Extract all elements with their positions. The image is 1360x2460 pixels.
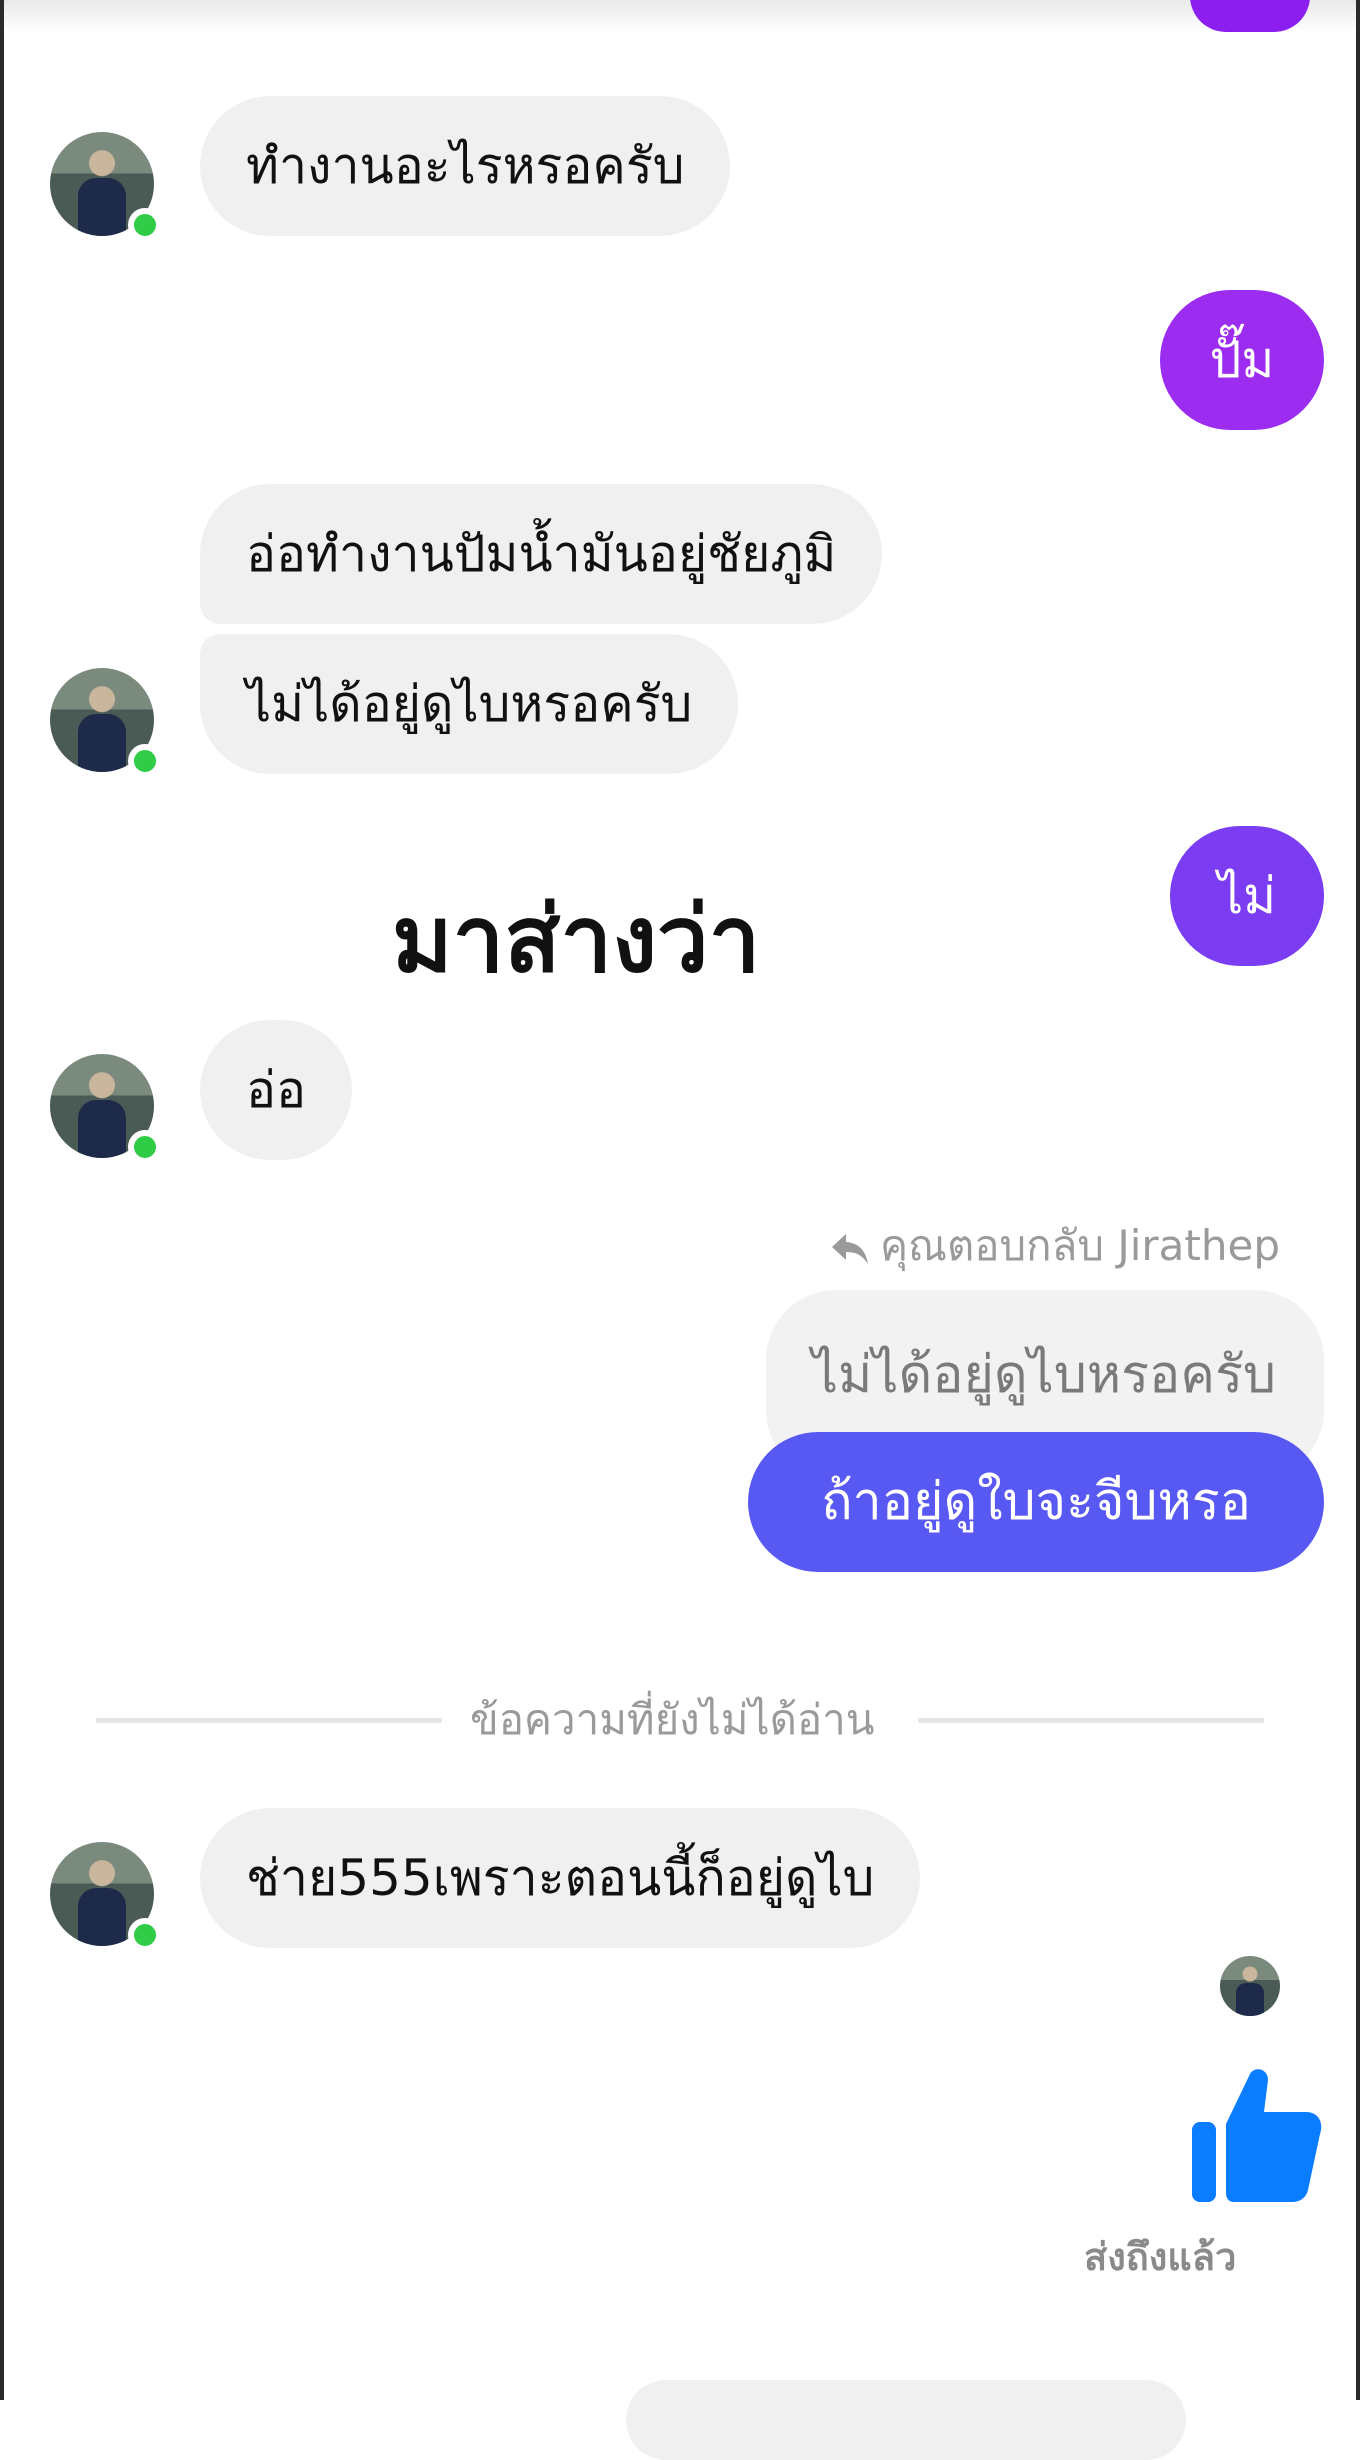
next-message-bubble[interactable]	[626, 2380, 1186, 2460]
delivery-status: ส่งถึงแล้ว	[1084, 2235, 1237, 2279]
incoming-message[interactable]: อ่อ	[200, 1020, 353, 1160]
contact-avatar[interactable]	[50, 132, 162, 242]
thumbs-up-icon	[1192, 2069, 1322, 2202]
divider-line-left	[96, 1718, 442, 1723]
outgoing-message[interactable]: ถ้าอยู่ดูใบจะจีบหรอ	[748, 1432, 1324, 1572]
reply-context-label: คุณตอบกลับ Jirathep	[830, 1218, 1280, 1274]
screen-edge-left	[0, 0, 4, 2400]
outgoing-message[interactable]: ไม่	[1170, 826, 1324, 966]
online-status-dot	[128, 744, 162, 778]
incoming-message[interactable]: ไม่ได้อยู่ดูไบหรอครับ	[200, 634, 739, 774]
reply-arrow-icon	[831, 1233, 868, 1264]
online-status-dot	[128, 1918, 162, 1952]
like-message[interactable]	[1188, 2064, 1324, 2210]
contact-avatar[interactable]	[50, 668, 162, 778]
outgoing-message[interactable]: ปั๊ม	[1160, 290, 1324, 430]
reply-label-text: คุณตอบกลับ Jirathep	[879, 1221, 1280, 1270]
unread-divider-label: ข้อความที่ยังไม่ได้อ่าน	[470, 1695, 875, 1744]
contact-avatar[interactable]	[50, 1054, 162, 1164]
seen-receipt-avatar	[1220, 1956, 1280, 2016]
incoming-message[interactable]: ทำงานอะไรหรอครับ	[200, 96, 731, 236]
contact-avatar[interactable]	[50, 1842, 162, 1952]
header-shadow	[4, 0, 1356, 32]
incoming-message[interactable]: ช่าย555เพราะตอนนี้ก็อยู่ดูไบ	[200, 1808, 921, 1948]
divider-line-right	[918, 1718, 1264, 1723]
screen-edge-right	[1356, 0, 1360, 2400]
online-status-dot	[128, 1130, 162, 1164]
overlay-caption: มาส่างว่า	[392, 886, 761, 993]
online-status-dot	[128, 208, 162, 242]
incoming-message[interactable]: อ่อทำงานปัมน้ำมันอยู่ชัยภูมิ	[200, 484, 883, 624]
